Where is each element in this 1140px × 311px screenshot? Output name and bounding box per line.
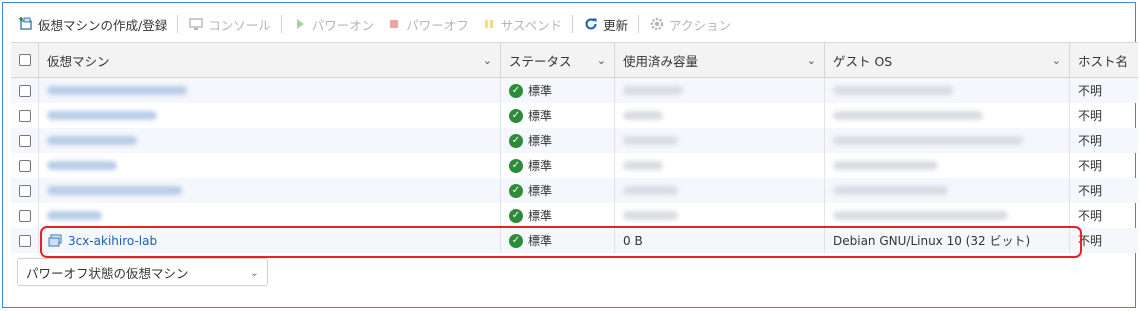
status-text: 標準	[528, 184, 553, 198]
status-text: 標準	[528, 84, 553, 98]
play-icon	[292, 16, 308, 32]
power-on-label: パワーオン	[311, 17, 375, 33]
status-text: 標準	[528, 209, 553, 223]
vm-filter-select[interactable]: パワーオフ状態の仮想マシン ⌄	[17, 258, 268, 286]
power-on-button[interactable]: パワーオン	[286, 10, 381, 38]
power-off-label: パワーオフ	[406, 17, 469, 33]
suspend-label: サスペンド	[500, 17, 563, 33]
create-register-label: 仮想マシンの作成/登録	[38, 17, 168, 33]
chevron-down-icon: ⌄	[249, 266, 259, 279]
table-row[interactable]: ✓ 標準 不明	[11, 153, 1138, 178]
column-header-guest-os[interactable]: ゲスト OS ⌄	[825, 43, 1070, 77]
vm-name-redacted	[47, 186, 182, 195]
toolbar: 仮想マシンの作成/登録 コンソール パワーオン パワーオフ サスペンド 更新 ア…	[12, 10, 737, 38]
guest-os-redacted	[833, 136, 1023, 145]
status-text: 標準	[528, 159, 553, 173]
chevron-down-icon[interactable]: ⌄	[483, 54, 492, 67]
select-all-checkbox[interactable]	[19, 54, 31, 66]
column-header-host-name-label: ホスト名	[1078, 53, 1129, 69]
table-row[interactable]: ✓ 標準 不明	[11, 203, 1138, 228]
column-header-used-storage[interactable]: 使用済み容量 ⌄	[615, 43, 825, 77]
used-storage-redacted	[623, 136, 678, 145]
vm-name-redacted	[47, 136, 137, 145]
suspend-button[interactable]: サスペンド	[475, 10, 568, 38]
select-all-header	[11, 43, 39, 77]
used-storage-redacted	[623, 111, 663, 120]
host-name-text: 不明	[1078, 84, 1103, 98]
toolbar-divider	[638, 15, 640, 33]
pause-icon	[481, 16, 497, 32]
column-header-vm[interactable]: 仮想マシン ⌄	[39, 43, 501, 77]
refresh-icon	[583, 16, 599, 32]
check-circle-icon: ✓	[509, 208, 523, 223]
chevron-down-icon[interactable]: ⌄	[807, 54, 816, 67]
chevron-down-icon[interactable]: ⌄	[1052, 54, 1061, 67]
vm-filter-selected: パワーオフ状態の仮想マシン	[26, 265, 189, 281]
row-checkbox[interactable]	[19, 209, 31, 222]
row-checkbox[interactable]	[19, 234, 31, 247]
column-header-guest-os-label: ゲスト OS	[833, 53, 893, 69]
guest-os-redacted	[833, 161, 938, 170]
guest-os-redacted	[833, 211, 1008, 220]
toolbar-divider	[280, 15, 282, 33]
status-text: 標準	[528, 134, 553, 148]
table-row[interactable]: ✓ 標準 不明	[11, 128, 1138, 153]
vm-name-redacted	[47, 111, 157, 120]
host-name-text: 不明	[1078, 159, 1103, 173]
column-header-used-storage-label: 使用済み容量	[623, 53, 699, 69]
stop-icon	[386, 16, 402, 32]
used-storage-redacted	[623, 161, 663, 170]
column-header-host-name[interactable]: ホスト名	[1070, 43, 1138, 77]
table-row[interactable]: ✓ 標準 不明	[11, 78, 1138, 103]
vm-name-redacted	[47, 161, 117, 170]
column-header-status-label: ステータス	[509, 53, 572, 69]
column-header-status[interactable]: ステータス ⌄	[501, 43, 615, 77]
table-row[interactable]: ✓ 標準 不明	[11, 178, 1138, 203]
row-checkbox[interactable]	[19, 84, 31, 97]
host-name-text: 不明	[1078, 184, 1103, 198]
row-checkbox[interactable]	[19, 109, 31, 122]
guest-os-redacted	[833, 111, 983, 120]
check-circle-icon: ✓	[509, 183, 523, 198]
host-name-text: 不明	[1078, 209, 1103, 223]
row-highlight-annotation	[40, 226, 1082, 258]
host-name-text: 不明	[1078, 109, 1103, 123]
vm-name-redacted	[47, 86, 187, 95]
console-label: コンソール	[208, 17, 271, 33]
check-circle-icon: ✓	[509, 83, 523, 98]
status-text: 標準	[528, 109, 553, 123]
row-checkbox[interactable]	[19, 159, 31, 172]
used-storage-redacted	[623, 211, 678, 220]
column-header-vm-label: 仮想マシン	[47, 53, 110, 69]
create-register-button[interactable]: 仮想マシンの作成/登録	[12, 10, 173, 38]
row-checkbox[interactable]	[19, 134, 31, 147]
console-button[interactable]: コンソール	[182, 10, 277, 38]
vm-name-redacted	[47, 211, 102, 220]
table-header: 仮想マシン ⌄ ステータス ⌄ 使用済み容量 ⌄ ゲスト OS ⌄ ホスト名	[11, 43, 1138, 78]
used-storage-redacted	[623, 86, 683, 95]
host-name-text: 不明	[1078, 134, 1103, 148]
power-off-button[interactable]: パワーオフ	[380, 10, 475, 38]
refresh-label: 更新	[603, 17, 629, 33]
check-circle-icon: ✓	[509, 108, 523, 123]
table-row[interactable]: ✓ 標準 不明	[11, 103, 1138, 128]
gear-icon	[649, 16, 665, 32]
toolbar-divider	[177, 15, 179, 33]
row-checkbox[interactable]	[19, 184, 31, 197]
refresh-button[interactable]: 更新	[577, 10, 634, 38]
actions-label: アクション	[669, 17, 732, 33]
toolbar-divider	[572, 15, 574, 33]
guest-os-redacted	[833, 186, 948, 195]
chevron-down-icon[interactable]: ⌄	[597, 54, 606, 67]
console-icon	[188, 16, 204, 32]
actions-button[interactable]: アクション	[643, 10, 737, 38]
check-circle-icon: ✓	[509, 133, 523, 148]
used-storage-redacted	[623, 186, 678, 195]
create-vm-icon	[18, 16, 34, 32]
check-circle-icon: ✓	[509, 158, 523, 173]
guest-os-redacted	[833, 86, 953, 95]
